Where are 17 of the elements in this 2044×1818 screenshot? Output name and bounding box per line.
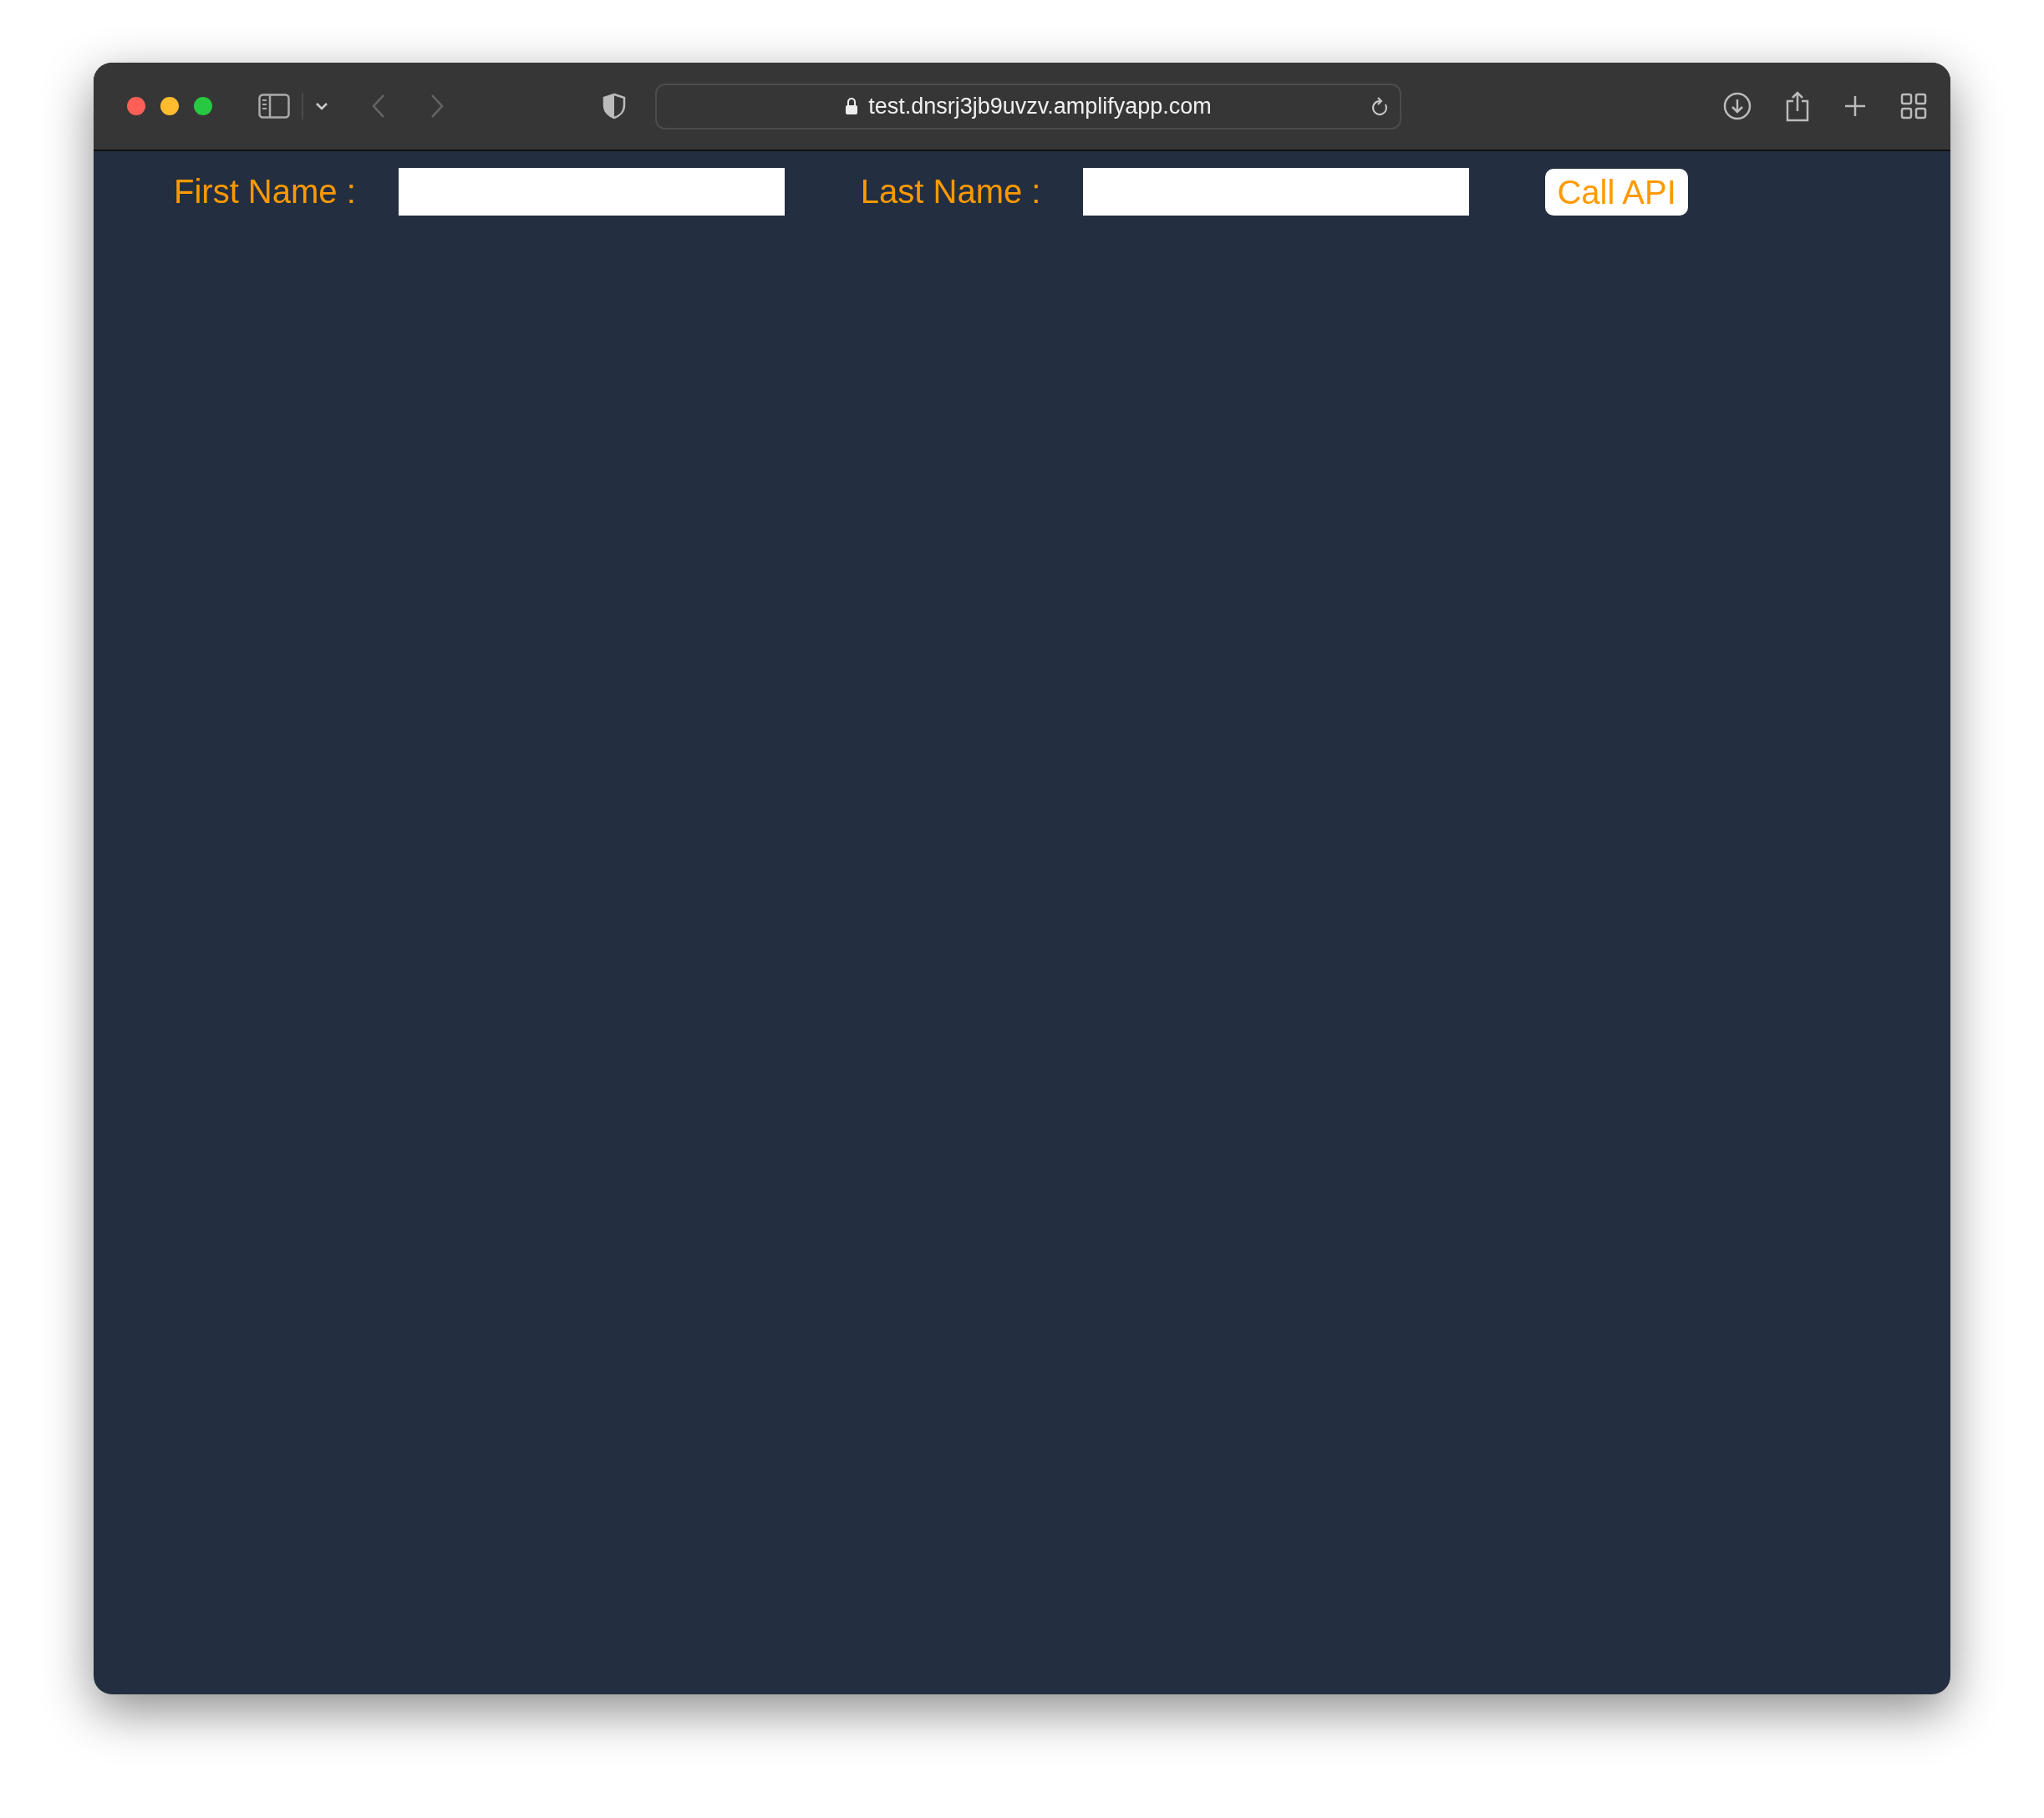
field-label: Last Name : [860, 173, 1041, 211]
address-bar[interactable]: test.dnsrj3jb9uvzv.amplifyapp.com [655, 83, 1401, 129]
url-text: test.dnsrj3jb9uvzv.amplifyapp.com [868, 93, 1212, 119]
lock-icon [845, 97, 859, 115]
maximize-icon[interactable] [194, 97, 212, 115]
shield-icon[interactable] [603, 93, 626, 119]
sidebar-icon[interactable] [258, 94, 290, 119]
field-label: First Name : [174, 173, 356, 211]
new-tab-icon[interactable] [1843, 94, 1867, 118]
close-icon[interactable] [127, 97, 145, 115]
tab-overview-icon[interactable] [1900, 93, 1927, 119]
minimize-icon[interactable] [160, 97, 179, 115]
text-input-field[interactable] [1083, 168, 1470, 216]
chevron-down-icon[interactable] [315, 102, 328, 110]
text-input-field[interactable] [398, 168, 785, 216]
share-icon[interactable] [1785, 90, 1810, 122]
download-icon[interactable] [1723, 92, 1752, 120]
